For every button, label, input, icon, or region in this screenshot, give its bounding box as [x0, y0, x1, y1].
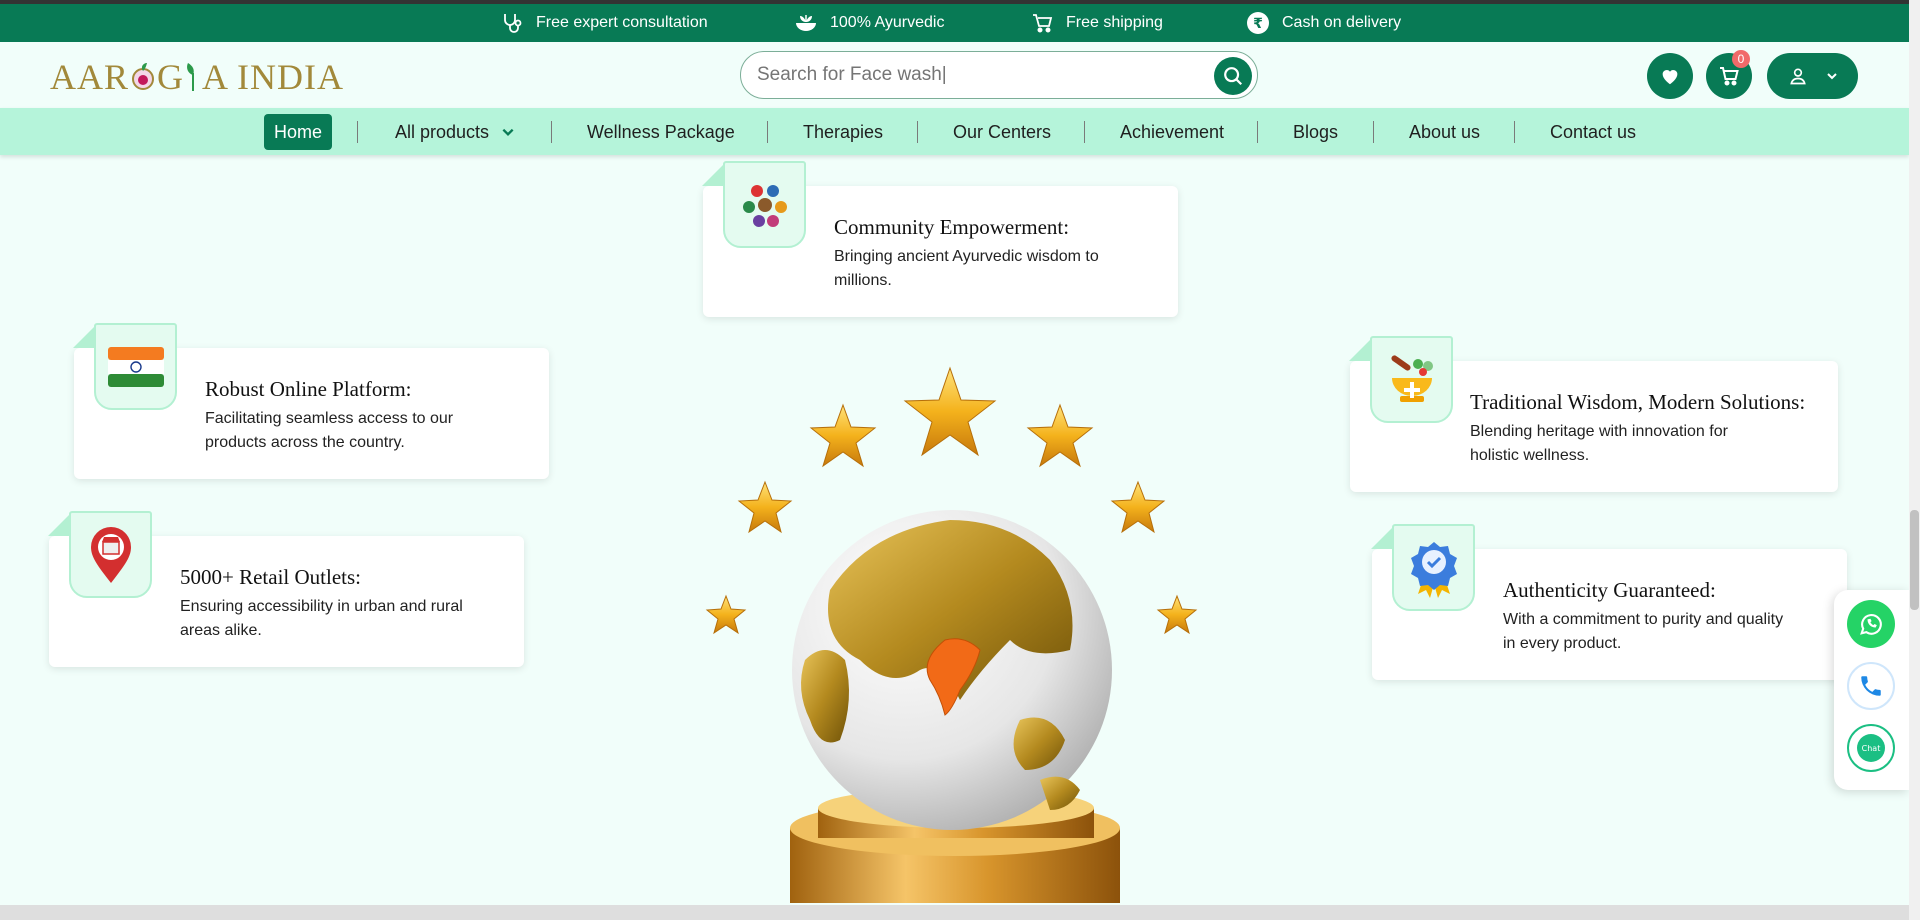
nav-home[interactable]: Home — [264, 114, 333, 150]
chevron-down-icon — [502, 128, 514, 136]
promo-item-consultation: Free expert consultation — [500, 4, 708, 42]
feature-card-traditional-wisdom: Traditional Wisdom, Modern Solutions: Bl… — [1349, 336, 1838, 492]
svg-text:Chat: Chat — [1862, 744, 1881, 753]
vertical-scrollbar[interactable] — [1909, 0, 1920, 920]
scrollbar-thumb[interactable] — [1910, 510, 1919, 610]
feature-title: Traditional Wisdom, Modern Solutions: — [1470, 390, 1806, 414]
nav-label: All products — [395, 121, 490, 142]
whatsapp-button[interactable] — [1847, 600, 1895, 648]
promo-item-cod: ₹ Cash on delivery — [1246, 4, 1401, 42]
nav-our-centers[interactable]: Our Centers — [953, 114, 1051, 150]
stethoscope-icon — [504, 14, 522, 33]
cart-button[interactable]: 0 — [1706, 50, 1752, 99]
nav-wellness-package[interactable]: Wellness Package — [587, 114, 735, 150]
store-location-icon — [90, 526, 131, 583]
call-button[interactable] — [1847, 662, 1895, 710]
phone-icon — [1861, 676, 1881, 696]
search-input[interactable] — [757, 52, 1197, 98]
logo-leaf-icon — [187, 63, 195, 91]
feature-title: Robust Online Platform: — [205, 377, 412, 401]
rupee-icon: ₹ — [1247, 12, 1269, 34]
feature-card-authenticity: Authenticity Guaranteed: With a commitme… — [1371, 524, 1847, 680]
horizontal-scrollbar[interactable] — [0, 905, 1909, 920]
nav-divider — [767, 121, 768, 143]
feature-icon-box — [1349, 336, 1453, 423]
nav-divider — [1373, 121, 1374, 143]
wishlist-button[interactable] — [1647, 53, 1693, 99]
logo-text-part: G — [157, 57, 185, 97]
search-bar — [740, 51, 1258, 99]
feature-card-online-platform: Robust Online Platform: Facilitating sea… — [73, 323, 549, 479]
feature-description: Bringing ancient Ayurvedic wisdom to mil… — [834, 248, 1099, 289]
heart-icon — [1662, 70, 1678, 85]
mortar-pestle-icon — [1390, 354, 1433, 402]
nav-divider — [1514, 121, 1515, 143]
globe-achievement-illustration — [705, 366, 1198, 903]
feature-description: Ensuring accessibility in urban and rura… — [180, 598, 463, 639]
community-icon — [742, 184, 787, 227]
search-icon — [1224, 67, 1243, 86]
main-nav: Home All products Wellness Package Thera… — [0, 108, 1909, 155]
logo-text-part: AAR — [50, 57, 130, 97]
site-logo[interactable]: AAR G A INDIA — [50, 54, 344, 100]
chevron-down-icon — [1826, 73, 1837, 80]
nav-therapies[interactable]: Therapies — [803, 114, 883, 150]
feature-card-retail-outlets: 5000+ Retail Outlets: Ensuring accessibi… — [48, 511, 524, 667]
feature-title: Community Empowerment: — [834, 215, 1070, 239]
promo-bar: Free expert consultation 100% Ayurvedic … — [0, 4, 1909, 42]
svg-text:₹: ₹ — [1253, 16, 1263, 32]
feature-description: With a commitment to purity and quality … — [1503, 611, 1784, 652]
chat-icon: Chat — [1857, 734, 1885, 762]
cart-count-badge: 0 — [1732, 50, 1750, 68]
whatsapp-icon — [1860, 614, 1882, 635]
promo-item-ayurvedic: 100% Ayurvedic — [794, 4, 944, 42]
nav-achievement[interactable]: Achievement — [1120, 114, 1224, 150]
site-header: AAR G A INDIA 0 — [0, 42, 1909, 108]
promo-item-shipping: Free shipping — [1030, 4, 1163, 42]
nav-all-products[interactable]: All products — [395, 114, 515, 150]
search-button[interactable] — [1214, 57, 1252, 95]
nav-divider — [551, 121, 552, 143]
promo-label: Free shipping — [1066, 14, 1163, 31]
feature-title: 5000+ Retail Outlets: — [180, 565, 361, 589]
india-flag-icon — [107, 346, 164, 387]
user-icon — [1789, 68, 1806, 85]
account-menu-button[interactable] — [1767, 53, 1858, 99]
promo-label: 100% Ayurvedic — [830, 14, 945, 31]
promo-label: Free expert consultation — [536, 14, 708, 31]
feature-title: Authenticity Guaranteed: — [1503, 578, 1716, 602]
chat-button[interactable]: Chat — [1847, 724, 1895, 772]
logo-text-part: A INDIA — [202, 57, 344, 97]
nav-about-us[interactable]: About us — [1409, 114, 1480, 150]
feature-description: Facilitating seamless access to our prod… — [205, 410, 454, 451]
feature-icon-box — [73, 323, 177, 410]
nav-divider — [917, 121, 918, 143]
feature-icon-box — [1371, 524, 1475, 611]
nav-blogs[interactable]: Blogs — [1293, 114, 1338, 150]
feature-icon-box — [48, 511, 152, 598]
feature-icon-box — [702, 161, 806, 248]
feature-card-community: Community Empowerment: Bringing ancient … — [702, 161, 1178, 317]
herbal-bowl-icon — [796, 15, 816, 31]
nav-divider — [1084, 121, 1085, 143]
promo-label: Cash on delivery — [1282, 14, 1402, 31]
nav-divider — [1257, 121, 1258, 143]
verified-badge-icon — [1410, 541, 1457, 598]
floating-contact-panel: Chat — [1834, 590, 1909, 790]
nav-divider — [357, 121, 358, 143]
logo-emblem-icon — [132, 63, 155, 90]
feature-description: Blending heritage with innovation for ho… — [1470, 423, 1728, 464]
shipping-cart-icon — [1033, 14, 1053, 33]
nav-contact-us[interactable]: Contact us — [1550, 114, 1636, 150]
